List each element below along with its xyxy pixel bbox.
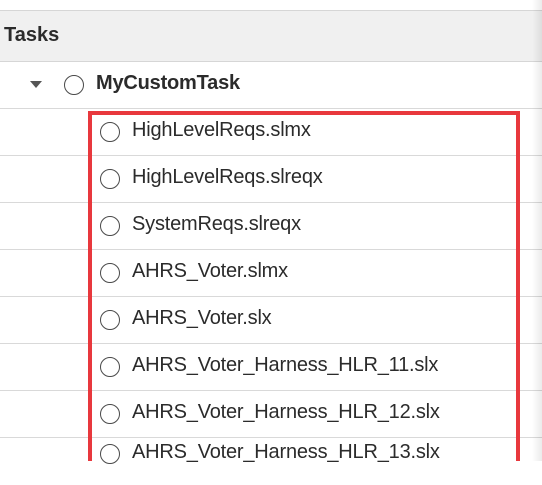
tasks-header: Tasks	[0, 10, 542, 62]
tree-row-label: HighLevelReqs.slmx	[132, 119, 311, 141]
circle-status-icon	[100, 216, 120, 236]
tree-row-child[interactable]: AHRS_Voter_Harness_HLR_12.slx	[0, 391, 542, 438]
tree-row-child[interactable]: AHRS_Voter_Harness_HLR_13.slx	[0, 438, 542, 485]
tree-row-label: AHRS_Voter_Harness_HLR_12.slx	[132, 401, 440, 423]
tasks-header-title: Tasks	[4, 24, 60, 46]
circle-status-icon	[100, 169, 120, 189]
circle-status-icon	[100, 122, 120, 142]
circle-status-icon	[100, 310, 120, 330]
circle-status-icon	[100, 444, 120, 464]
circle-status-icon	[100, 357, 120, 377]
tree-row-label: MyCustomTask	[96, 72, 240, 94]
circle-status-icon	[100, 404, 120, 424]
tree-row-child[interactable]: HighLevelReqs.slreqx	[0, 156, 542, 203]
tree-row-label: HighLevelReqs.slreqx	[132, 166, 323, 188]
tasks-panel: Tasks MyCustomTask HighLevelReqs.slmx Hi…	[0, 0, 542, 464]
tree-row-child[interactable]: AHRS_Voter.slmx	[0, 250, 542, 297]
circle-status-icon	[64, 75, 84, 95]
tree-row-child[interactable]: AHRS_Voter_Harness_HLR_11.slx	[0, 344, 542, 391]
tree-row-mycustomtask[interactable]: MyCustomTask	[0, 62, 542, 109]
tree-row-child[interactable]: AHRS_Voter.slx	[0, 297, 542, 344]
chevron-down-icon[interactable]	[30, 81, 42, 88]
tree-row-label: AHRS_Voter.slmx	[132, 260, 288, 282]
tree-row-label: AHRS_Voter.slx	[132, 307, 272, 329]
tree-row-child[interactable]: HighLevelReqs.slmx	[0, 109, 542, 156]
panel-edge-shadow	[532, 0, 542, 461]
tree-row-label: AHRS_Voter_Harness_HLR_11.slx	[132, 354, 439, 376]
tree-row-child[interactable]: SystemReqs.slreqx	[0, 203, 542, 250]
tree-row-label: SystemReqs.slreqx	[132, 213, 301, 235]
circle-status-icon	[100, 263, 120, 283]
